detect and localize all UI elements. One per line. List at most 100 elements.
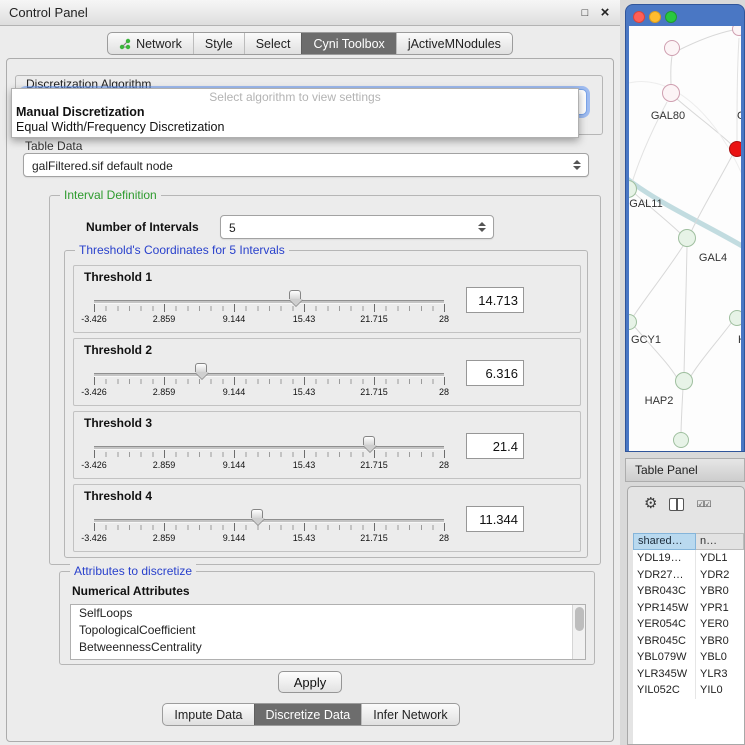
scrollbar-thumb[interactable] [575, 607, 584, 631]
network-canvas[interactable]: GAL80 GA GAL11 GAL4 GCY1 H HAP2 [629, 26, 741, 451]
network-node-gal4[interactable] [678, 229, 696, 247]
table-cell[interactable]: YBR0 [696, 583, 744, 600]
network-node-hap2[interactable] [675, 372, 693, 390]
network-node[interactable] [673, 432, 689, 448]
algorithm-placeholder: Select algorithm to view settings [12, 90, 578, 105]
tick-marks [94, 306, 445, 311]
threshold-4-label: Threshold 4 [84, 489, 152, 503]
zoom-button[interactable] [665, 11, 677, 23]
table-cell[interactable]: YBL0 [696, 649, 744, 666]
threshold-4-value-field[interactable] [466, 506, 524, 532]
tick-label: 28 [439, 314, 449, 324]
algorithm-option-equal-width[interactable]: Equal Width/Frequency Discretization [12, 120, 578, 135]
algorithm-option-manual[interactable]: Manual Discretization [12, 105, 578, 120]
table-cell[interactable]: YER0 [696, 616, 744, 633]
table-cell[interactable]: YIL052C [633, 682, 696, 699]
tab-label: Cyni Toolbox [313, 37, 384, 51]
cyni-toolbox-panel: Discretization Algorithm Select algorith… [6, 58, 614, 742]
table-row[interactable]: YDR27… YDR2 [633, 567, 744, 584]
columns-icon[interactable] [669, 498, 684, 511]
combo-arrows-icon [573, 160, 581, 170]
tab-label: Style [205, 37, 233, 51]
tab-discretize-data[interactable]: Discretize Data [254, 704, 362, 725]
table-row[interactable]: YLR345W YLR3 [633, 666, 744, 683]
threshold-3-value-field[interactable] [466, 433, 524, 459]
tab-cyni-toolbox[interactable]: Cyni Toolbox [301, 33, 395, 54]
close-window-icon[interactable]: × [596, 0, 614, 26]
column-header-name[interactable]: n… [696, 533, 744, 550]
table-cell[interactable]: YDL1 [696, 550, 744, 567]
network-node-selected[interactable] [729, 141, 741, 157]
interval-definition-group: Interval Definition Number of Intervals … [49, 195, 601, 565]
table-cell[interactable]: YBR045C [633, 633, 696, 650]
threshold-2-slider-thumb[interactable] [195, 363, 209, 379]
threshold-2-value-field[interactable] [466, 360, 524, 386]
column-header-shared-name[interactable]: shared… [633, 533, 696, 550]
threshold-3-box: Threshold 3 -3.426 2.859 9.144 15.43 21.… [73, 411, 581, 479]
table-cell[interactable]: YIL0 [696, 682, 744, 699]
minimize-button[interactable] [649, 11, 661, 23]
network-node[interactable] [664, 40, 680, 56]
list-item[interactable]: SelfLoops [71, 605, 585, 622]
table-row[interactable]: YPR145W YPR1 [633, 600, 744, 617]
tick-label: 2.859 [153, 460, 176, 470]
network-icon [119, 38, 131, 50]
table-row[interactable]: YBR045C YBR0 [633, 633, 744, 650]
network-node[interactable] [729, 310, 741, 326]
tick-label: 2.859 [153, 387, 176, 397]
tick-label: -3.426 [81, 314, 107, 324]
table-cell[interactable]: YDR27… [633, 567, 696, 584]
table-row[interactable]: YIL052C YIL0 [633, 682, 744, 699]
tab-style[interactable]: Style [193, 33, 244, 54]
tick-label: 21.715 [360, 533, 388, 543]
threshold-4-slider-thumb[interactable] [251, 509, 265, 525]
table-cell[interactable]: YBR0 [696, 633, 744, 650]
tick-label: 2.859 [153, 533, 176, 543]
table-row[interactable]: YBL079W YBL0 [633, 649, 744, 666]
table-cell[interactable]: YER054C [633, 616, 696, 633]
tab-select[interactable]: Select [244, 33, 302, 54]
threshold-1-slider-thumb[interactable] [289, 290, 303, 306]
threshold-4-slider-track[interactable] [94, 519, 444, 523]
close-button[interactable] [633, 11, 645, 23]
threshold-3-slider-track[interactable] [94, 446, 444, 450]
table-data-combobox[interactable]: galFiltered.sif default node [23, 153, 589, 177]
table-row[interactable]: YBR043C YBR0 [633, 583, 744, 600]
list-item[interactable]: BetweennessCentrality [71, 639, 585, 656]
threshold-1-slider-track[interactable] [94, 300, 444, 304]
threshold-4-box: Threshold 4 -3.426 2.859 9.144 15.43 21.… [73, 484, 581, 552]
table-cell[interactable]: YDL19… [633, 550, 696, 567]
float-window-icon[interactable]: □ [576, 0, 594, 26]
table-cell[interactable]: YDR2 [696, 567, 744, 584]
table-row[interactable]: YDL19… YDL1 [633, 550, 744, 567]
list-scrollbar[interactable] [572, 605, 585, 659]
threshold-3-slider-thumb[interactable] [363, 436, 377, 452]
tab-network[interactable]: Network [108, 33, 193, 54]
table-cell[interactable]: YLR345W [633, 666, 696, 683]
tab-impute-data[interactable]: Impute Data [163, 704, 253, 725]
table-cell[interactable]: YPR145W [633, 600, 696, 617]
gear-icon[interactable]: ⚙ [644, 494, 657, 514]
list-item[interactable]: TopologicalCoefficient [71, 622, 585, 639]
tick-label: 21.715 [360, 387, 388, 397]
combo-arrows-icon [478, 222, 486, 232]
apply-button[interactable]: Apply [278, 671, 342, 693]
select-columns-icon[interactable]: ☑☑ [696, 499, 710, 510]
table-panel-header[interactable]: Table Panel [625, 458, 745, 482]
table-row[interactable]: YER054C YER0 [633, 616, 744, 633]
node-label: GAL80 [651, 110, 685, 122]
number-of-intervals-combobox[interactable]: 5 [220, 215, 494, 239]
tab-jactivemnodules[interactable]: jActiveMNodules [396, 33, 512, 54]
threshold-2-slider-track[interactable] [94, 373, 444, 377]
control-panel-titlebar[interactable]: Control Panel □ × [0, 0, 620, 26]
tick-label: 2.859 [153, 314, 176, 324]
table-cell[interactable]: YBL079W [633, 649, 696, 666]
table-cell[interactable]: YLR3 [696, 666, 744, 683]
table-cell[interactable]: YBR043C [633, 583, 696, 600]
threshold-1-value-field[interactable] [466, 287, 524, 313]
network-view-window: GAL80 GA GAL11 GAL4 GCY1 H HAP2 [625, 4, 745, 452]
network-node-gal80[interactable] [662, 84, 680, 102]
tab-infer-network[interactable]: Infer Network [361, 704, 458, 725]
table-cell[interactable]: YPR1 [696, 600, 744, 617]
threshold-1-box: Threshold 1 -3.426 2.859 9.144 15.43 21.… [73, 265, 581, 333]
